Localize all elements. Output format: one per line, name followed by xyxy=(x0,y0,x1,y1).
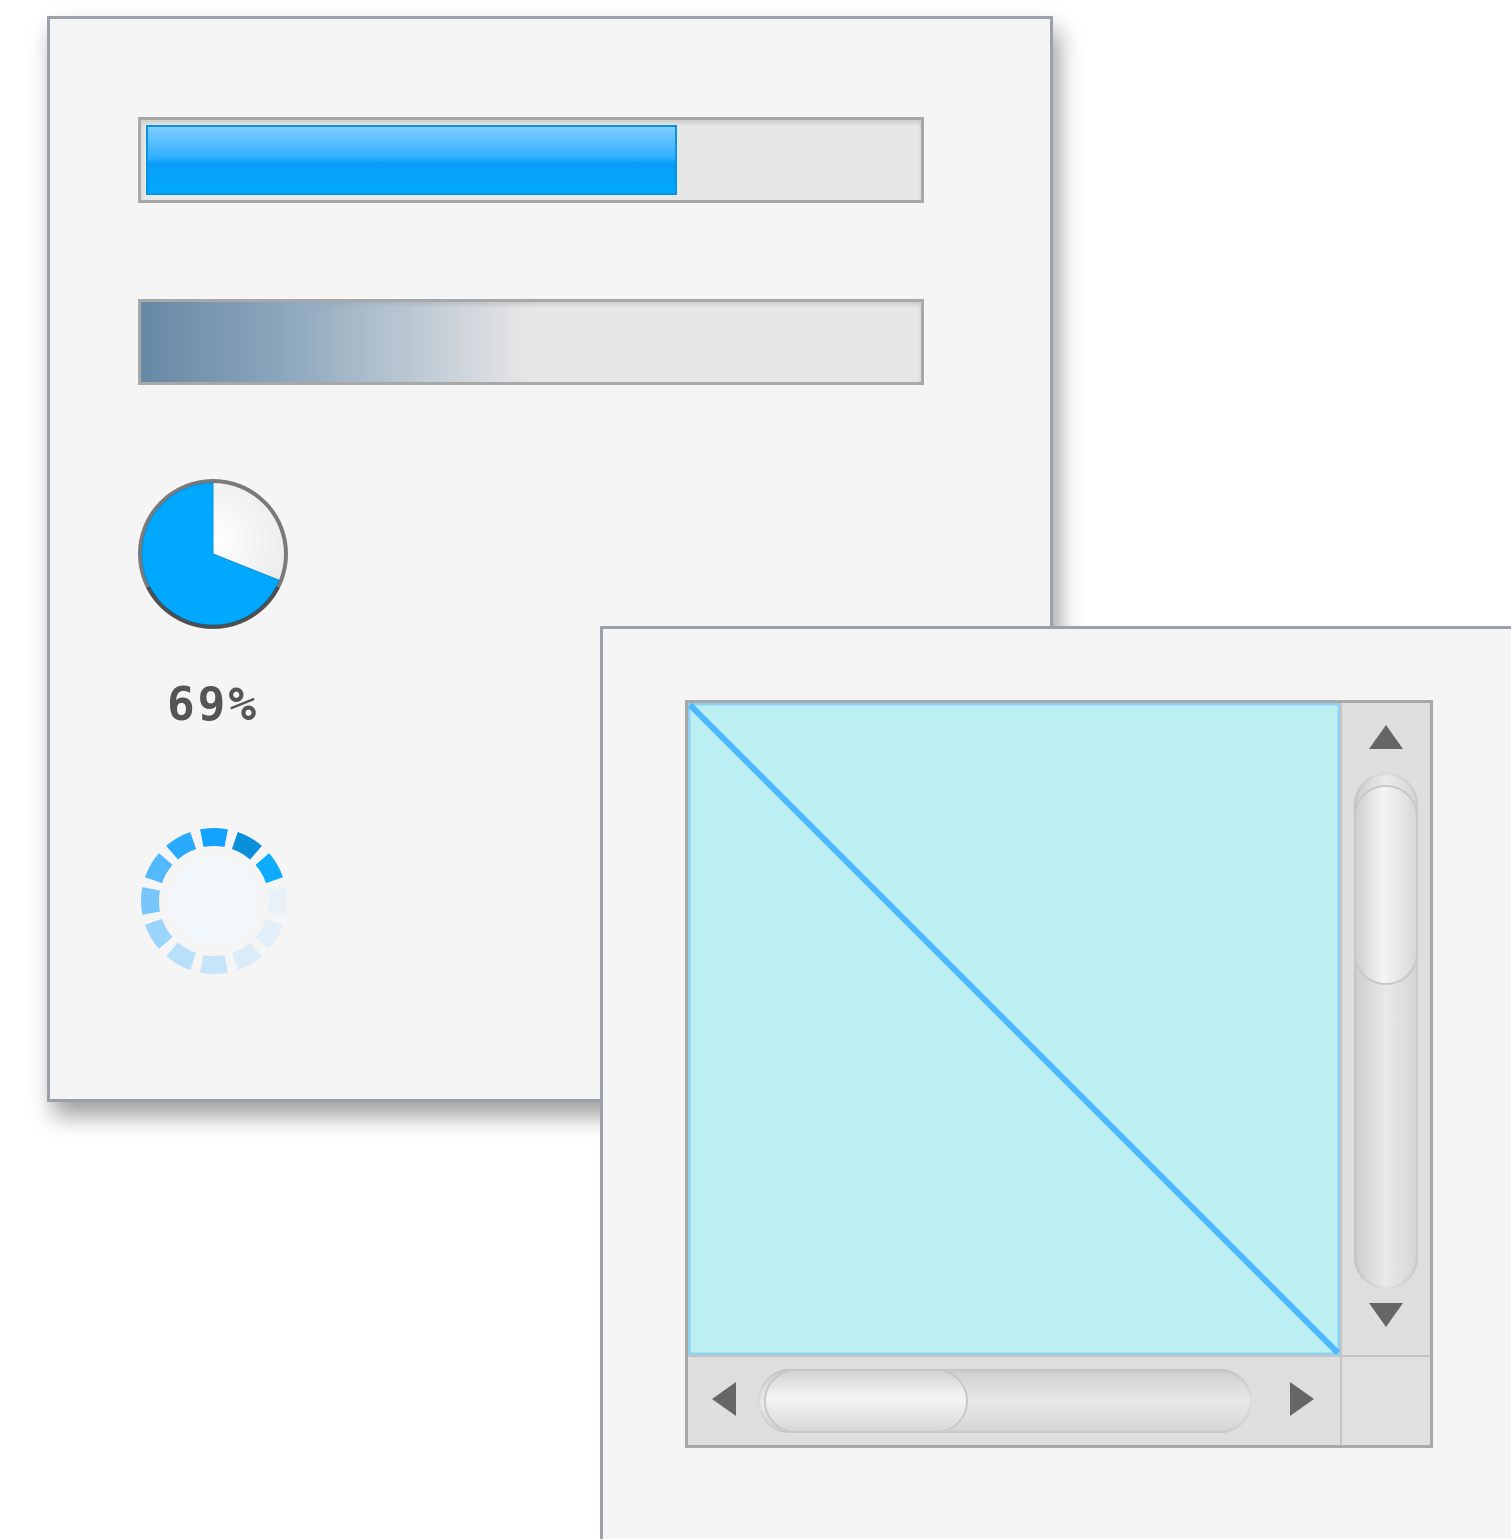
scroll-corner xyxy=(1340,1355,1430,1445)
scroll-viewport[interactable] xyxy=(688,703,1340,1355)
spinner-segment xyxy=(255,918,284,949)
progress-bar-fill xyxy=(146,125,677,195)
vertical-scroll-thumb[interactable] xyxy=(1354,785,1418,985)
scroll-left-button[interactable] xyxy=(694,1371,754,1431)
progress-spinner xyxy=(134,821,294,981)
arrow-left-icon xyxy=(709,1379,739,1423)
scroll-right-button[interactable] xyxy=(1272,1371,1332,1431)
spinner-segment xyxy=(200,828,228,848)
spinner-segment xyxy=(166,942,197,971)
spinner-segment xyxy=(144,853,173,884)
scroll-down-button[interactable] xyxy=(1356,1287,1416,1347)
spinner-segment xyxy=(200,954,228,974)
spinner-segment xyxy=(231,942,262,971)
scroll-pane-panel xyxy=(600,626,1511,1539)
determinate-progress-bar xyxy=(138,117,924,203)
spinner-segment xyxy=(231,831,262,860)
viewport-content xyxy=(688,703,1340,1355)
scroll-pane[interactable] xyxy=(685,700,1433,1448)
horizontal-scrollbar[interactable] xyxy=(688,1355,1340,1445)
arrow-right-icon xyxy=(1287,1379,1317,1423)
indeterminate-progress-bar xyxy=(138,299,924,385)
spinner-center xyxy=(170,857,258,945)
spinner-segment xyxy=(144,918,173,949)
horizontal-scroll-thumb[interactable] xyxy=(764,1369,968,1433)
progress-pie xyxy=(136,477,290,631)
indeterminate-glow xyxy=(141,302,531,382)
spinner-segment xyxy=(166,831,197,860)
diagonal-line xyxy=(688,703,1340,1355)
spinner-segment xyxy=(267,887,287,915)
scroll-up-button[interactable] xyxy=(1356,709,1416,769)
spinner-segment xyxy=(255,853,284,884)
arrow-up-icon xyxy=(1366,722,1406,756)
vertical-scrollbar[interactable] xyxy=(1340,703,1430,1355)
arrow-down-icon xyxy=(1366,1300,1406,1334)
progress-percent-label: 69% xyxy=(166,677,260,731)
spinner-segment xyxy=(141,887,161,915)
